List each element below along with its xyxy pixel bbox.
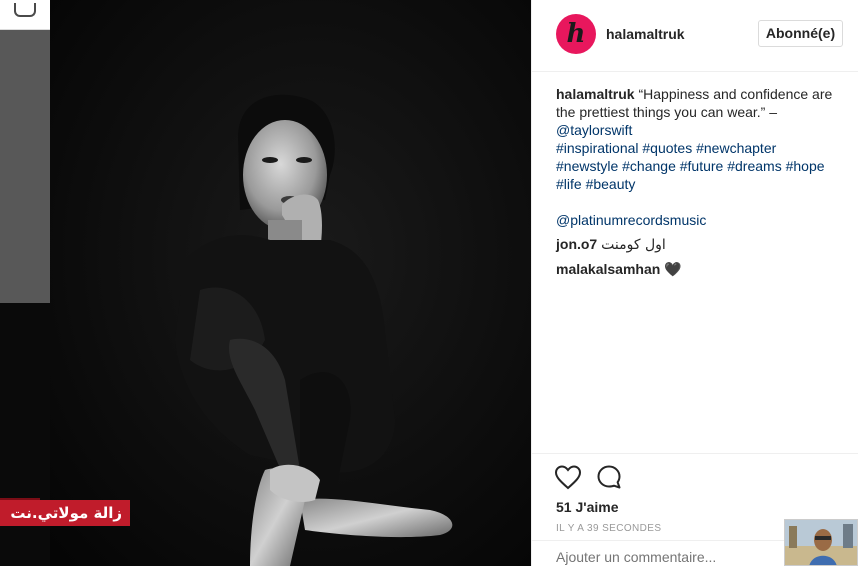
watermark-logo: زالة مولاتي.نت xyxy=(0,498,130,526)
caption-username[interactable]: halamaltruk xyxy=(556,86,635,102)
comment-username[interactable]: jon.o7 xyxy=(556,236,597,252)
caption-text-line1: “Happiness and confidence are xyxy=(638,86,833,102)
follow-button[interactable]: Abonné(e) xyxy=(758,20,843,47)
likes-count[interactable]: 51 J'aime xyxy=(556,499,619,515)
mention-link[interactable]: @taylorswift xyxy=(556,122,632,138)
post-username[interactable]: halamaltruk xyxy=(606,26,685,42)
caption: halamaltruk “Happiness and confidence ar… xyxy=(556,85,846,229)
post-photo[interactable] xyxy=(0,0,531,566)
comment-text: 🖤 xyxy=(664,261,682,277)
comment-text: اول كومنت xyxy=(601,237,666,253)
heart-icon[interactable] xyxy=(554,464,582,490)
caption-text-line2: the prettiest things you can wear.” – xyxy=(556,104,778,120)
comment-item: malakalsamhan 🖤 xyxy=(556,260,846,278)
avatar-letter: h xyxy=(566,19,586,49)
hashtags-line3[interactable]: #life #beauty xyxy=(556,175,846,193)
hashtags-line2[interactable]: #newstyle #change #future #dreams #hope xyxy=(556,157,846,175)
post-timestamp: IL Y A 39 SECONDES xyxy=(556,523,662,534)
comment-bubble-icon[interactable] xyxy=(596,464,622,490)
comments-list: halamaltruk “Happiness and confidence ar… xyxy=(556,85,846,278)
comment-item: jon.o7 اول كومنت xyxy=(556,235,846,254)
hashtags-line1[interactable]: #inspirational #quotes #newchapter xyxy=(556,139,846,157)
add-comment-input[interactable] xyxy=(556,549,756,565)
post-details-panel: h halamaltruk Abonné(e) halamaltruk “Hap… xyxy=(531,0,858,566)
avatar[interactable]: h xyxy=(556,14,596,54)
mention-link-2[interactable]: @platinumrecordsmusic xyxy=(556,212,706,228)
video-thumbnail[interactable] xyxy=(784,519,858,566)
comment-username[interactable]: malakalsamhan xyxy=(556,261,660,277)
watermark-text: زالة مولاتي.نت xyxy=(10,504,122,522)
post-header: h halamaltruk Abonné(e) xyxy=(532,0,858,72)
